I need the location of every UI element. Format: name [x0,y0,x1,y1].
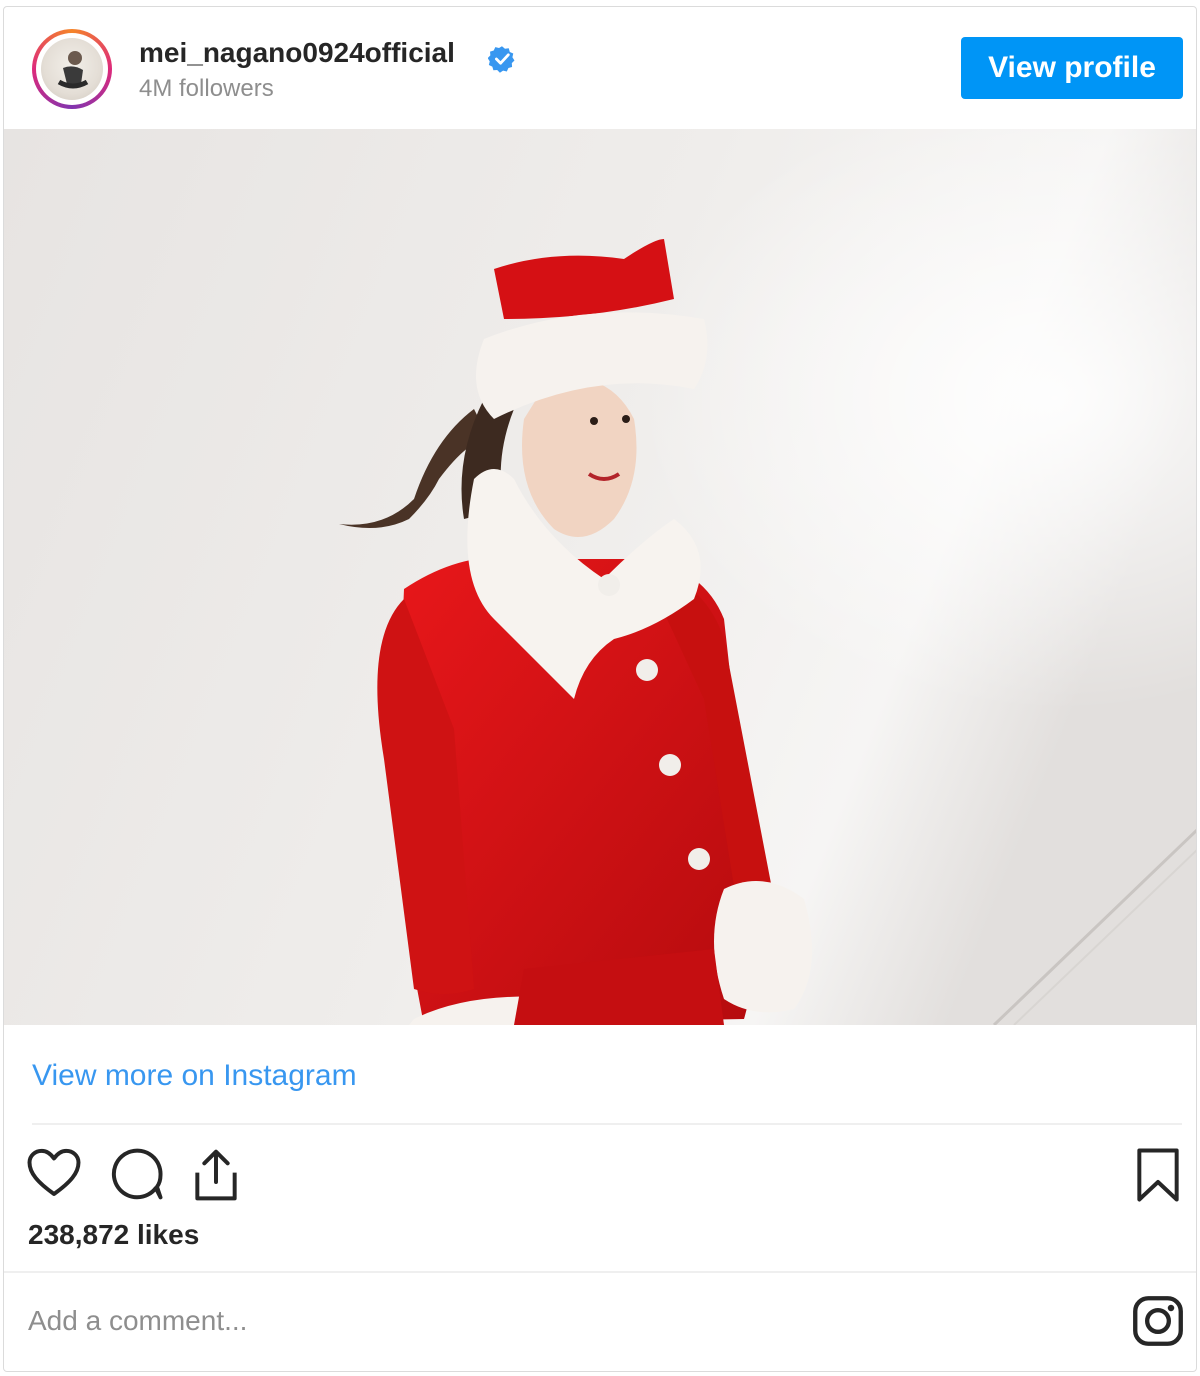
avatar-photo [41,38,103,100]
view-more-link[interactable]: View more on Instagram [32,1059,357,1093]
post-image[interactable] [4,129,1196,1025]
instagram-logo-icon[interactable] [1132,1295,1184,1347]
divider [32,1123,1182,1125]
avatar[interactable] [32,29,112,109]
heart-icon[interactable] [26,1147,82,1199]
username[interactable]: mei_nagano0924official [139,37,455,69]
like-count: 238,872 likes [28,1219,200,1250]
view-profile-button[interactable]: View profile [961,37,1183,99]
post-photo-illustration [4,129,1196,1025]
post-header: mei_nagano0924official 4M followers View… [4,7,1196,129]
bookmark-icon[interactable] [1134,1147,1182,1203]
comment-input[interactable] [28,1299,928,1343]
follower-count: 4M followers [139,75,274,102]
verified-badge-icon [488,46,515,73]
divider [4,1271,1196,1273]
instagram-embed-card: mei_nagano0924official 4M followers View… [3,6,1197,1372]
comment-icon[interactable] [108,1147,164,1201]
share-icon[interactable] [188,1147,244,1203]
